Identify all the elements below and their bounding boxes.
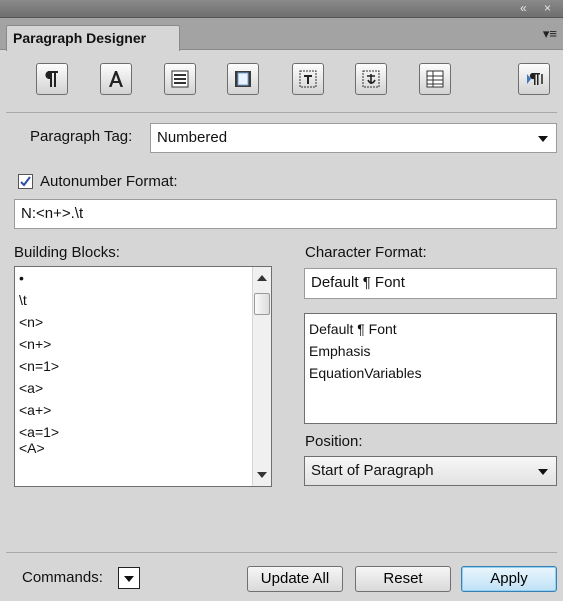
list-item[interactable]: <A> xyxy=(15,441,271,455)
reset-button[interactable]: Reset xyxy=(355,566,451,592)
property-group-toolbar xyxy=(0,50,563,112)
asia-properties-button[interactable] xyxy=(355,63,387,95)
tab-paragraph-designer[interactable]: Paragraph Designer xyxy=(6,25,180,51)
paragraph-tag-dropdown[interactable]: Numbered xyxy=(150,123,557,153)
character-format-value: Default ¶ Font xyxy=(311,274,405,291)
paragraph-tag-label: Paragraph Tag: xyxy=(30,128,133,145)
page-icon xyxy=(235,71,251,87)
paragraph-lines-icon xyxy=(171,70,189,88)
list-item[interactable]: EquationVariables xyxy=(305,362,556,384)
list-item[interactable]: • xyxy=(15,267,271,289)
character-format-list[interactable]: Default ¶ Font Emphasis EquationVariable… xyxy=(304,313,557,424)
close-panel-icon[interactable]: × xyxy=(544,1,551,15)
character-format-input[interactable]: Default ¶ Font xyxy=(304,268,557,299)
numbering-properties-button[interactable] xyxy=(227,63,259,95)
building-blocks-items: • \t <n> <n+> <n=1> <a> <a+> <a=1> <A> xyxy=(15,267,271,455)
building-blocks-label: Building Blocks: xyxy=(14,244,120,261)
pagination-properties-button[interactable] xyxy=(164,63,196,95)
divider xyxy=(6,112,557,113)
advanced-properties-button[interactable] xyxy=(292,63,324,95)
list-item[interactable]: Emphasis xyxy=(305,340,556,362)
panel-title-bar: « × xyxy=(0,0,563,18)
scroll-down-icon[interactable] xyxy=(257,472,267,478)
apply-button[interactable]: Apply xyxy=(461,566,557,592)
table-cell-properties-button[interactable] xyxy=(419,63,451,95)
list-item[interactable]: <n> xyxy=(15,311,271,333)
checkmark-icon xyxy=(20,176,31,187)
autonumber-format-input[interactable]: N:<n+>.\t xyxy=(14,199,557,229)
collapse-panel-icon[interactable]: « xyxy=(520,1,527,15)
autonumber-format-label: Autonumber Format: xyxy=(40,173,178,190)
text-frame-icon xyxy=(299,70,317,88)
list-item[interactable]: Default ¶ Font xyxy=(305,318,556,340)
divider xyxy=(6,552,557,553)
basic-properties-button[interactable] xyxy=(36,63,68,95)
asian-text-icon xyxy=(362,70,380,88)
building-blocks-scrollbar[interactable] xyxy=(252,267,271,486)
pilcrow-icon xyxy=(45,71,58,87)
text-direction-icon xyxy=(527,73,543,85)
building-blocks-list[interactable]: • \t <n> <n+> <n=1> <a> <a+> <a=1> <A> xyxy=(14,266,272,487)
list-item[interactable]: <n+> xyxy=(15,333,271,355)
list-item[interactable]: <a=1> xyxy=(15,421,271,443)
position-dropdown[interactable]: Start of Paragraph xyxy=(304,456,557,486)
chevron-down-icon xyxy=(124,576,134,582)
panel-menu-icon[interactable]: ▾≡ xyxy=(543,26,557,42)
position-label: Position: xyxy=(305,433,363,450)
paragraph-tag-value: Numbered xyxy=(157,129,228,146)
commands-label: Commands: xyxy=(22,569,103,586)
chevron-down-icon xyxy=(538,469,548,475)
list-item[interactable]: <a> xyxy=(15,377,271,399)
commands-dropdown[interactable] xyxy=(118,567,140,589)
autonumber-checkbox[interactable] xyxy=(18,174,33,189)
list-item[interactable]: <n=1> xyxy=(15,355,271,377)
scroll-up-icon[interactable] xyxy=(257,275,267,281)
list-item[interactable]: <a+> xyxy=(15,399,271,421)
character-a-icon xyxy=(109,71,123,87)
position-value: Start of Paragraph xyxy=(311,462,434,479)
table-cell-icon xyxy=(426,70,444,88)
scroll-thumb[interactable] xyxy=(254,293,270,315)
list-item[interactable]: \t xyxy=(15,289,271,311)
chevron-down-icon xyxy=(538,136,548,142)
character-format-label: Character Format: xyxy=(305,244,427,261)
panel-tab-row: Paragraph Designer ▾≡ xyxy=(0,18,563,51)
autonumber-format-value: N:<n+>.\t xyxy=(21,205,84,222)
command-bar: Commands: Update All Reset Apply xyxy=(0,555,563,601)
update-all-button[interactable]: Update All xyxy=(247,566,343,592)
direction-properties-button[interactable] xyxy=(518,63,550,95)
default-font-properties-button[interactable] xyxy=(100,63,132,95)
